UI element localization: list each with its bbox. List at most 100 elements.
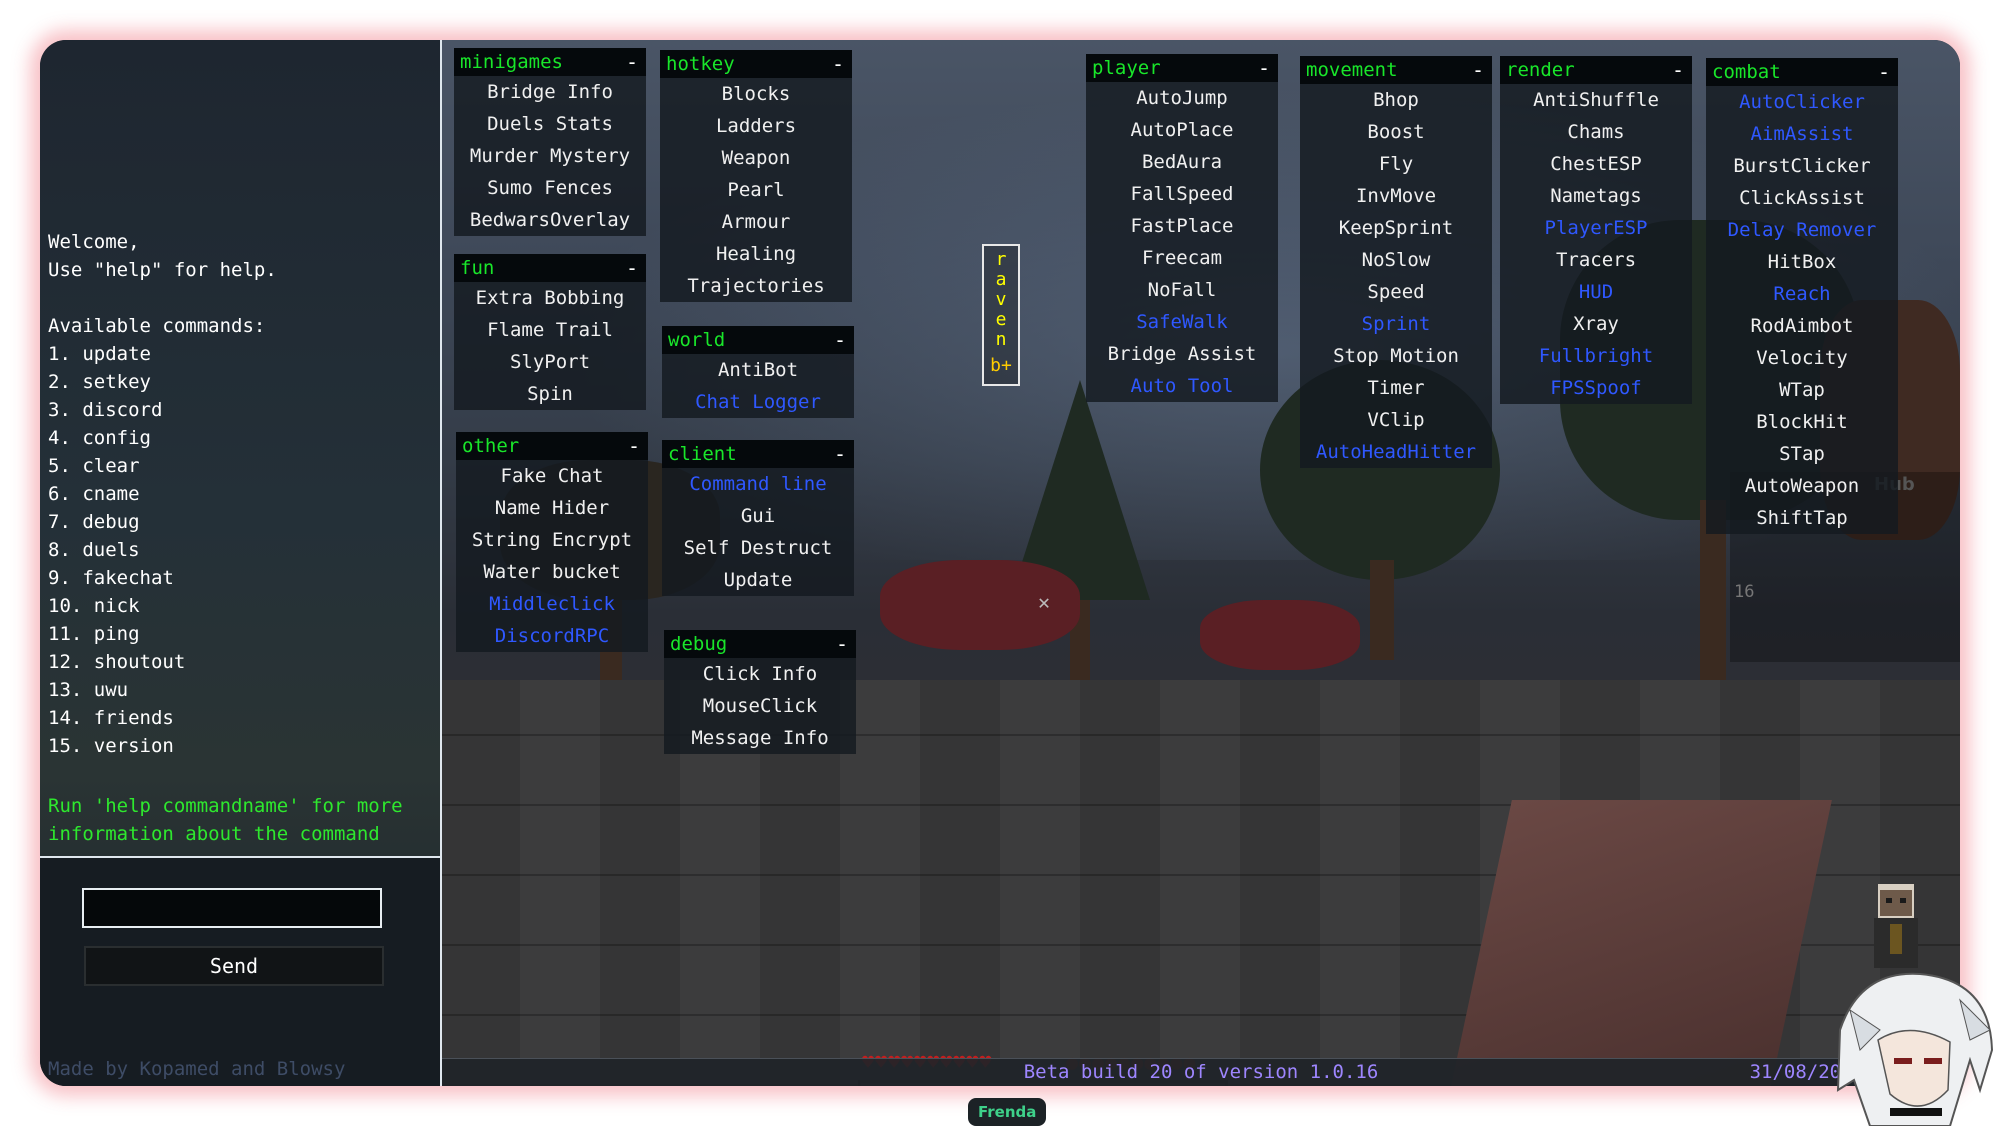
- module-toggle[interactable]: AntiBot: [662, 354, 854, 386]
- module-toggle[interactable]: Velocity: [1706, 342, 1898, 374]
- module-toggle[interactable]: PlayerESP: [1500, 212, 1692, 244]
- panel-header[interactable]: hotkey -: [660, 50, 852, 78]
- module-toggle[interactable]: BlockHit: [1706, 406, 1898, 438]
- module-toggle[interactable]: Stop Motion: [1300, 340, 1492, 372]
- module-toggle[interactable]: InvMove: [1300, 180, 1492, 212]
- module-toggle[interactable]: AutoHeadHitter: [1300, 436, 1492, 468]
- module-toggle[interactable]: Bridge Info: [454, 76, 646, 108]
- panel-header[interactable]: fun -: [454, 254, 646, 282]
- module-toggle[interactable]: FastPlace: [1086, 210, 1278, 242]
- module-toggle[interactable]: Bridge Assist: [1086, 338, 1278, 370]
- collapse-button[interactable]: -: [834, 442, 846, 466]
- module-toggle[interactable]: Auto Tool: [1086, 370, 1278, 402]
- module-toggle[interactable]: AutoJump: [1086, 82, 1278, 114]
- module-toggle[interactable]: Xray: [1500, 308, 1692, 340]
- collapse-button[interactable]: -: [1672, 58, 1684, 82]
- module-toggle[interactable]: Timer: [1300, 372, 1492, 404]
- module-toggle[interactable]: Flame Trail: [454, 314, 646, 346]
- module-toggle[interactable]: Fly: [1300, 148, 1492, 180]
- panel-header[interactable]: other -: [456, 432, 648, 460]
- module-toggle[interactable]: VClip: [1300, 404, 1492, 436]
- module-toggle[interactable]: String Encrypt: [456, 524, 648, 556]
- module-toggle[interactable]: Fullbright: [1500, 340, 1692, 372]
- module-toggle[interactable]: Delay Remover: [1706, 214, 1898, 246]
- module-toggle[interactable]: AntiShuffle: [1500, 84, 1692, 116]
- module-toggle[interactable]: Sprint: [1300, 308, 1492, 340]
- module-toggle[interactable]: Gui: [662, 500, 854, 532]
- module-toggle[interactable]: FallSpeed: [1086, 178, 1278, 210]
- collapse-button[interactable]: -: [626, 50, 638, 74]
- module-toggle[interactable]: Self Destruct: [662, 532, 854, 564]
- module-toggle[interactable]: Reach: [1706, 278, 1898, 310]
- module-toggle[interactable]: HitBox: [1706, 246, 1898, 278]
- module-toggle[interactable]: Freecam: [1086, 242, 1278, 274]
- module-toggle[interactable]: STap: [1706, 438, 1898, 470]
- module-toggle[interactable]: NoFall: [1086, 274, 1278, 306]
- module-toggle[interactable]: DiscordRPC: [456, 620, 648, 652]
- module-toggle[interactable]: Blocks: [660, 78, 852, 110]
- module-toggle[interactable]: Click Info: [664, 658, 856, 690]
- module-toggle[interactable]: Armour: [660, 206, 852, 238]
- module-toggle[interactable]: KeepSprint: [1300, 212, 1492, 244]
- module-toggle[interactable]: AimAssist: [1706, 118, 1898, 150]
- module-toggle[interactable]: ShiftTap: [1706, 502, 1898, 534]
- module-toggle[interactable]: Ladders: [660, 110, 852, 142]
- module-toggle[interactable]: SafeWalk: [1086, 306, 1278, 338]
- module-toggle[interactable]: ClickAssist: [1706, 182, 1898, 214]
- module-toggle[interactable]: Spin: [454, 378, 646, 410]
- module-toggle[interactable]: Tracers: [1500, 244, 1692, 276]
- command-input[interactable]: [82, 888, 382, 928]
- panel-header[interactable]: combat -: [1706, 58, 1898, 86]
- module-toggle[interactable]: Healing: [660, 238, 852, 270]
- panel-header[interactable]: world -: [662, 326, 854, 354]
- module-toggle[interactable]: Fake Chat: [456, 460, 648, 492]
- module-toggle[interactable]: AutoClicker: [1706, 86, 1898, 118]
- module-toggle[interactable]: MouseClick: [664, 690, 856, 722]
- module-toggle[interactable]: SlyPort: [454, 346, 646, 378]
- module-toggle[interactable]: BedwarsOverlay: [454, 204, 646, 236]
- module-toggle[interactable]: WTap: [1706, 374, 1898, 406]
- collapse-button[interactable]: -: [626, 256, 638, 280]
- module-toggle[interactable]: Duels Stats: [454, 108, 646, 140]
- panel-header[interactable]: client -: [662, 440, 854, 468]
- module-toggle[interactable]: Name Hider: [456, 492, 648, 524]
- module-toggle[interactable]: ChestESP: [1500, 148, 1692, 180]
- collapse-button[interactable]: -: [834, 328, 846, 352]
- module-toggle[interactable]: Boost: [1300, 116, 1492, 148]
- module-toggle[interactable]: AutoPlace: [1086, 114, 1278, 146]
- module-toggle[interactable]: Middleclick: [456, 588, 648, 620]
- module-toggle[interactable]: Chams: [1500, 116, 1692, 148]
- module-toggle[interactable]: AutoWeapon: [1706, 470, 1898, 502]
- collapse-button[interactable]: -: [832, 52, 844, 76]
- panel-header[interactable]: player -: [1086, 54, 1278, 82]
- panel-header[interactable]: minigames -: [454, 48, 646, 76]
- module-toggle[interactable]: Update: [662, 564, 854, 596]
- module-toggle[interactable]: Bhop: [1300, 84, 1492, 116]
- module-toggle[interactable]: Extra Bobbing: [454, 282, 646, 314]
- module-toggle[interactable]: Chat Logger: [662, 386, 854, 418]
- collapse-button[interactable]: -: [1472, 58, 1484, 82]
- collapse-button[interactable]: -: [628, 434, 640, 458]
- panel-header[interactable]: debug -: [664, 630, 856, 658]
- module-toggle[interactable]: Murder Mystery: [454, 140, 646, 172]
- module-toggle[interactable]: Speed: [1300, 276, 1492, 308]
- send-button[interactable]: Send: [84, 946, 384, 986]
- module-toggle[interactable]: Nametags: [1500, 180, 1692, 212]
- module-toggle[interactable]: Water bucket: [456, 556, 648, 588]
- module-toggle[interactable]: Command line: [662, 468, 854, 500]
- module-toggle[interactable]: Sumo Fences: [454, 172, 646, 204]
- collapse-button[interactable]: -: [836, 632, 848, 656]
- collapse-button[interactable]: -: [1878, 60, 1890, 84]
- collapse-button[interactable]: -: [1258, 56, 1270, 80]
- module-toggle[interactable]: NoSlow: [1300, 244, 1492, 276]
- module-toggle[interactable]: Trajectories: [660, 270, 852, 302]
- panel-header[interactable]: render -: [1500, 56, 1692, 84]
- module-toggle[interactable]: BurstClicker: [1706, 150, 1898, 182]
- module-toggle[interactable]: FPSSpoof: [1500, 372, 1692, 404]
- panel-header[interactable]: movement -: [1300, 56, 1492, 84]
- module-toggle[interactable]: BedAura: [1086, 146, 1278, 178]
- module-toggle[interactable]: Pearl: [660, 174, 852, 206]
- module-toggle[interactable]: Message Info: [664, 722, 856, 754]
- module-toggle[interactable]: RodAimbot: [1706, 310, 1898, 342]
- module-toggle[interactable]: Weapon: [660, 142, 852, 174]
